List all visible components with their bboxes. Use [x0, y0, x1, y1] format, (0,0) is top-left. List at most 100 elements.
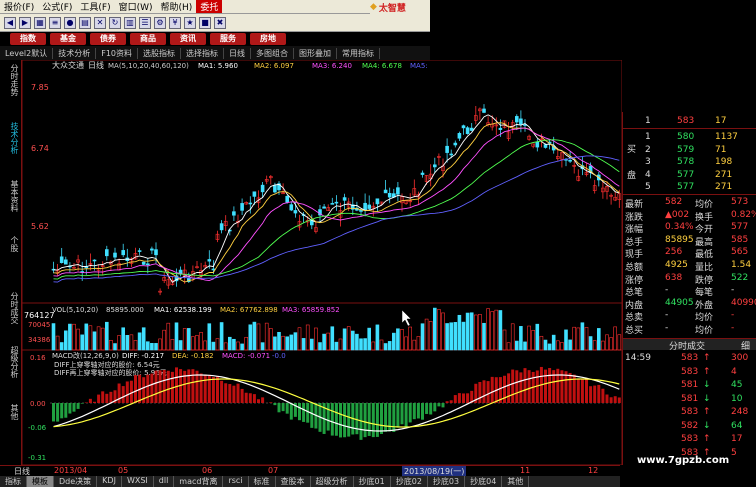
candle-body [387, 192, 392, 198]
tab-technical[interactable]: 技术分析 [2, 122, 20, 154]
stock-picker-button[interactable]: 选股指标 [138, 47, 181, 59]
overlay-button[interactable]: 图形叠加 [294, 47, 337, 59]
chart-icon[interactable]: ▥ [124, 16, 136, 29]
settings-icon[interactable]: ⚙ [154, 16, 166, 29]
logo-text: 太智慧 [378, 3, 406, 14]
time-tick-nov: 11 [520, 466, 531, 475]
menu-item-trade[interactable]: 委托 [196, 0, 223, 13]
price-axis-low: 5.62 [31, 222, 49, 231]
toolbar: ◀ ▶ ▦ ≡ ● ▤ ✕ ↻ ▥ ☰ ⚙ ¥ ★ ■ ✖ [0, 14, 430, 32]
indicator-tab[interactable]: Dde决策 [54, 476, 98, 487]
indicator-tab[interactable]: 指标 [0, 476, 27, 487]
indicator-tab[interactable]: 模板 [27, 476, 54, 487]
nav-bond-button[interactable]: 债券 [90, 33, 126, 45]
menu-item-help[interactable]: 帮助(H) [157, 0, 197, 13]
refresh-icon[interactable]: ↻ [109, 16, 121, 29]
tab-ticks[interactable]: 分时成交 [2, 292, 20, 324]
indicator-tab[interactable]: dll [154, 476, 175, 487]
indicator-tab[interactable]: 标准 [249, 476, 276, 487]
indicator-tab[interactable]: 查股本 [276, 476, 311, 487]
nav-commodity-button[interactable]: 商品 [130, 33, 166, 45]
candle-body [146, 263, 150, 266]
volume-bar [191, 336, 195, 351]
menu-item-quote[interactable]: 报价(F) [0, 0, 38, 13]
volume-bar [375, 324, 380, 351]
tab-stock[interactable]: 个股 [2, 236, 20, 252]
menu-item-tools[interactable]: 工具(F) [76, 0, 114, 13]
tab-other[interactable]: 其他 [2, 404, 20, 420]
tile-icon[interactable]: ▦ [34, 16, 46, 29]
menu-item-window[interactable]: 窗口(W) [115, 0, 157, 13]
indicator-tab[interactable]: 抄底01 [354, 476, 391, 487]
volume-bar [309, 338, 314, 351]
menu-item-formula[interactable]: 公式(F) [38, 0, 76, 13]
quote-key: 涨停 [625, 275, 644, 286]
star-icon[interactable]: ★ [184, 16, 196, 29]
indicator-tab[interactable]: KDJ [97, 476, 122, 487]
nav-index-button[interactable]: 指数 [10, 33, 46, 45]
indicator-tab[interactable]: 其他 [502, 476, 530, 487]
trades-detail-tab[interactable]: 细 [741, 339, 750, 352]
macd-bar [166, 370, 170, 403]
trade-qty: 4 [731, 366, 737, 377]
candle-body [293, 210, 298, 214]
level2-default-button[interactable]: Level2默认 [0, 47, 54, 59]
quote-key: 内盘 [625, 300, 644, 311]
color-icon[interactable]: ● [64, 16, 76, 29]
macd-bar [457, 393, 461, 403]
ma2-value: MA2: 6.097 [254, 62, 294, 70]
indicator-tab[interactable]: WXSI [122, 476, 154, 487]
indicator-tab[interactable]: 抄底03 [428, 476, 466, 487]
candle-body [273, 184, 277, 193]
money-icon[interactable]: ¥ [169, 16, 181, 29]
volume-bar [523, 341, 527, 351]
trade-qty: 248 [731, 407, 749, 417]
sort-icon[interactable]: ≡ [49, 16, 61, 29]
quote-key: 总额 [625, 263, 644, 273]
time-tick-jun: 06 [202, 466, 213, 475]
tech-analysis-button[interactable]: 技术分析 [53, 47, 97, 59]
macd-bar [601, 388, 605, 403]
macd-bar [490, 376, 494, 403]
quote-key: 换手 [695, 212, 714, 223]
bid-price: 577 [677, 169, 695, 180]
macd-bar [330, 403, 334, 436]
forward-icon[interactable]: ▶ [19, 16, 31, 29]
tab-intraday[interactable]: 分时走势 [2, 64, 20, 96]
macd-bar [80, 403, 84, 404]
period-button[interactable]: 日线 [224, 47, 251, 59]
nav-realestate-button[interactable]: 房地 [250, 33, 286, 45]
nav-news-button[interactable]: 资讯 [170, 33, 206, 45]
indicator-picker-button[interactable]: 选择指标 [181, 47, 224, 59]
tab-super-analysis[interactable]: 超级分析 [2, 346, 20, 378]
volume-bar [170, 339, 175, 351]
tab-fundamentals[interactable]: 基本资料 [2, 180, 20, 212]
common-indicators-button[interactable]: 常用指标 [337, 47, 380, 59]
back-icon[interactable]: ◀ [4, 16, 16, 29]
indicator-tab[interactable]: 抄底04 [465, 476, 503, 487]
grid-icon[interactable]: ▤ [79, 16, 91, 29]
nav-service-button[interactable]: 服务 [210, 33, 246, 45]
indicator-tab[interactable]: rsci [223, 476, 249, 487]
volume-bar [63, 330, 68, 351]
x-icon[interactable]: ✕ [94, 16, 106, 29]
quote-value: ▲002 [665, 209, 690, 220]
indicator-tab[interactable]: macd背离 [174, 476, 224, 487]
candle-body [289, 204, 294, 211]
volume-bar [605, 334, 609, 351]
time-tick-may: 05 [118, 466, 129, 475]
indicator-tab[interactable]: 抄底02 [391, 476, 428, 487]
quote-value: - [731, 310, 735, 321]
close-icon[interactable]: ✖ [214, 16, 226, 29]
f10-button[interactable]: F10资料 [96, 47, 138, 59]
bid-level: 1 [645, 132, 651, 142]
stop-icon[interactable]: ■ [199, 16, 211, 29]
macd-bar [97, 394, 101, 403]
list-icon[interactable]: ☰ [139, 16, 151, 29]
nav-fund-button[interactable]: 基金 [50, 33, 86, 45]
multi-chart-button[interactable]: 多图组合 [251, 47, 294, 59]
indicator-tab[interactable]: 超级分析 [311, 476, 354, 487]
volume-bar [531, 330, 536, 351]
volume-bar [117, 335, 121, 351]
kline-chart[interactable]: 大众交通 日线 MA(5,10,20,40,60,120) MA1: 5.960… [22, 60, 622, 465]
